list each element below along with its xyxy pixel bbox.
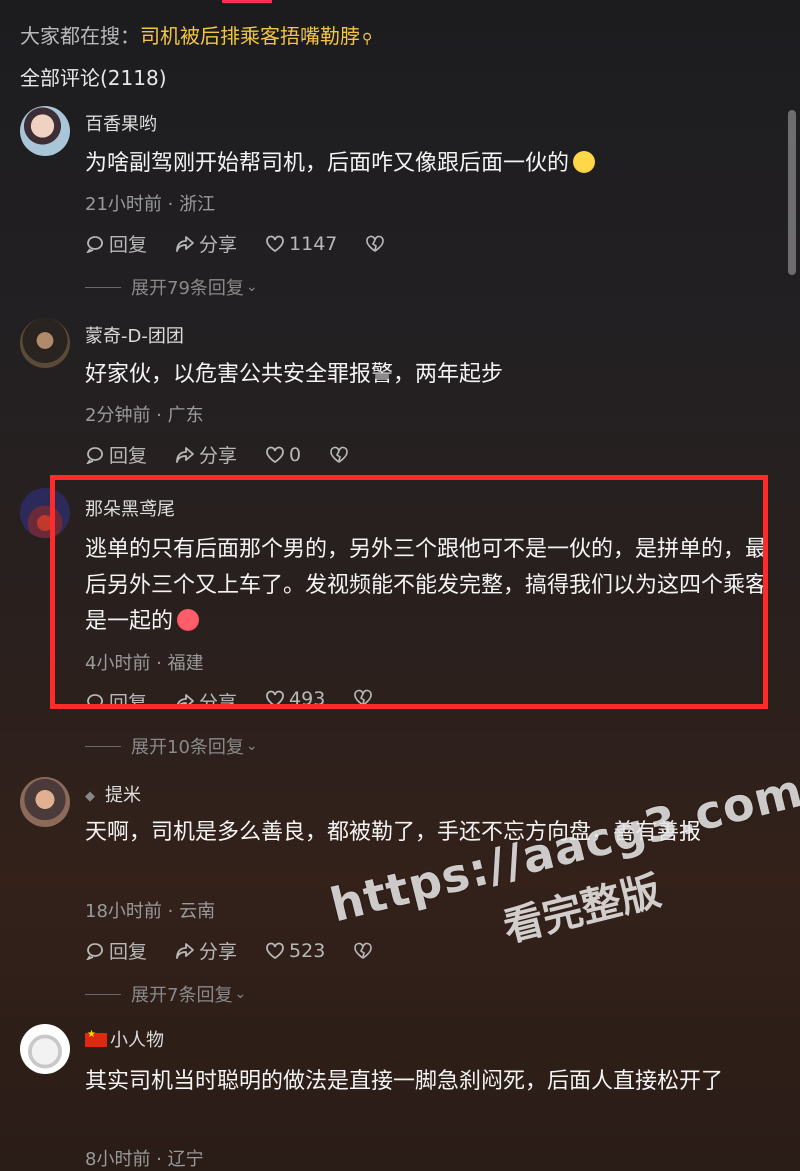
chevron-down-icon: ⌄: [234, 986, 247, 1002]
heart-icon: [265, 445, 285, 465]
laughing-crying-emoji-icon: [573, 151, 596, 173]
speech-bubble-icon: [85, 692, 105, 705]
expand-replies-button[interactable]: 展开79条回复 ⌄: [85, 274, 258, 300]
chevron-down-icon: ⌄: [245, 279, 258, 295]
comment-text: 好家伙，以危害公共安全罪报警，两年起步: [85, 362, 504, 387]
like-button[interactable]: 0: [265, 444, 301, 466]
broken-heart-icon: [353, 688, 373, 705]
comment-username[interactable]: ◆ 提米: [85, 781, 141, 807]
expand-replies-button[interactable]: 展开10条回复 ⌄: [85, 733, 258, 759]
speech-bubble-icon: [85, 234, 105, 254]
avatar[interactable]: [20, 318, 70, 368]
comment-actions: 回复 分享 493: [85, 688, 373, 705]
share-button[interactable]: 分享: [175, 230, 237, 257]
reply-button[interactable]: 回复: [85, 230, 147, 257]
comment-meta: 18小时前 · 云南: [85, 901, 216, 922]
top-tab-indicator: [222, 0, 272, 3]
like-button[interactable]: 1147: [265, 233, 337, 255]
comment-username[interactable]: 小人物: [85, 1026, 164, 1052]
dislike-button[interactable]: [353, 688, 373, 705]
chevron-down-icon: ⌄: [245, 738, 258, 754]
comment-text: 逃单的只有后面那个男的，另外三个跟他可不是一伙的，是拼单的，最后另外三个又上车了…: [85, 537, 768, 634]
avatar[interactable]: [20, 106, 70, 156]
share-arrow-icon: [175, 234, 195, 254]
share-arrow-icon: [175, 941, 195, 961]
reply-button[interactable]: 回复: [85, 688, 147, 705]
dislike-button[interactable]: [329, 445, 349, 465]
comment-meta: 4小时前 · 福建: [85, 653, 204, 674]
comment-text: 为啥副驾刚开始帮司机，后面咋又像跟后面一伙的: [85, 146, 775, 182]
china-flag-icon: [85, 1029, 107, 1047]
dislike-button[interactable]: [365, 234, 385, 254]
heart-icon: [265, 941, 285, 961]
search-keyword-link[interactable]: 司机被后排乘客捂嘴勒脖: [140, 24, 360, 48]
comment-username[interactable]: 蒙奇-D-团团: [85, 322, 184, 348]
share-button[interactable]: 分享: [175, 441, 237, 468]
comment-meta: 21小时前 · 浙江: [85, 194, 216, 215]
heart-icon: [265, 689, 285, 705]
comment-text: 其实司机当时聪明的做法是直接一脚急刹闷死，后面人直接松开了: [85, 1069, 724, 1094]
watermark: https://aacg3.com 看完整版: [325, 762, 800, 952]
search-icon: ⚲: [362, 31, 373, 47]
avatar[interactable]: [20, 488, 70, 538]
like-button[interactable]: 523: [265, 940, 325, 962]
comment-actions: 回复 分享 523: [85, 937, 373, 964]
speech-bubble-icon: [85, 941, 105, 961]
user-badge-icon: ◆: [85, 789, 95, 804]
heart-icon: [265, 234, 285, 254]
share-button[interactable]: 分享: [175, 937, 237, 964]
reply-button[interactable]: 回复: [85, 937, 147, 964]
broken-heart-icon: [365, 234, 385, 254]
like-button[interactable]: 493: [265, 688, 325, 705]
comment-actions: 回复 分享 1147: [85, 230, 385, 257]
comment-meta: 2分钟前 · 广东: [85, 405, 204, 426]
share-arrow-icon: [175, 445, 195, 465]
broken-heart-icon: [329, 445, 349, 465]
angry-emoji-icon: [177, 609, 200, 631]
comment-meta: 8小时前 · 辽宁: [85, 1149, 204, 1170]
avatar[interactable]: [20, 777, 70, 827]
share-button[interactable]: 分享: [175, 688, 237, 705]
search-prefix: 大家都在搜：: [20, 24, 140, 48]
comments-count-title: 全部评论(2118): [20, 66, 167, 90]
speech-bubble-icon: [85, 445, 105, 465]
reply-button[interactable]: 回复: [85, 441, 147, 468]
avatar[interactable]: [20, 1024, 70, 1074]
trending-search-bar[interactable]: 大家都在搜：司机被后排乘客捂嘴勒脖 ⚲: [20, 20, 372, 49]
comment-username[interactable]: 百香果哟: [85, 110, 157, 136]
scrollbar[interactable]: [788, 110, 796, 275]
comment-actions: 回复 分享 0: [85, 441, 349, 468]
expand-replies-button[interactable]: 展开7条回复 ⌄: [85, 981, 246, 1007]
comment-username[interactable]: 那朵黑鸢尾: [85, 495, 175, 521]
share-arrow-icon: [175, 692, 195, 705]
